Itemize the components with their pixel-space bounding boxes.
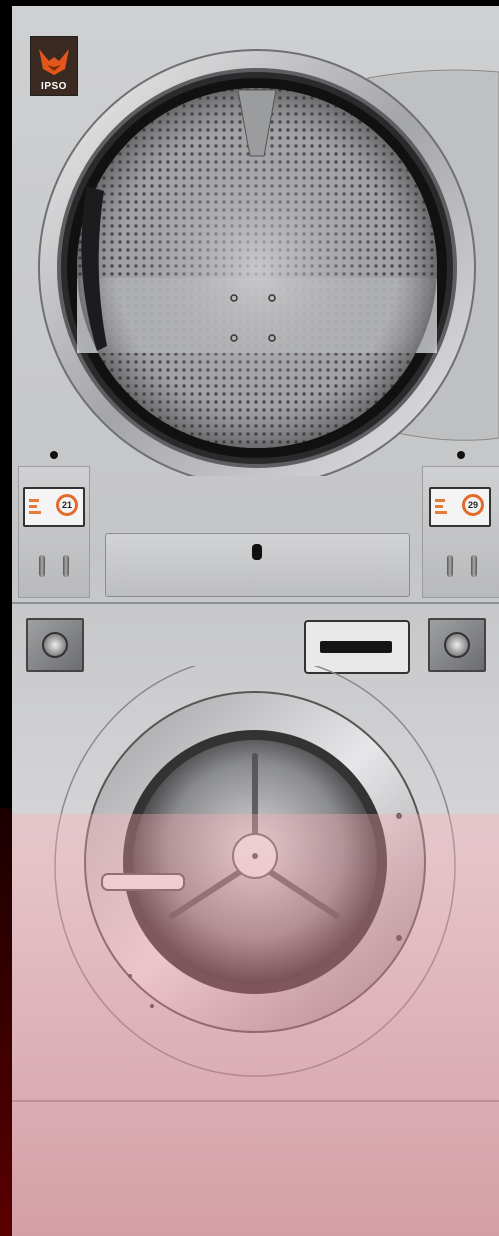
- right-toggle-switch-2[interactable]: [471, 555, 477, 577]
- right-control-panel: 29: [422, 451, 499, 598]
- drawer-handle[interactable]: [252, 544, 262, 560]
- card-slot: [320, 641, 392, 653]
- left-toggle-switch-2[interactable]: [63, 555, 69, 577]
- right-coin-slot[interactable]: [428, 618, 486, 672]
- left-coin-slot[interactable]: [26, 618, 84, 672]
- left-timer-readout: 21: [56, 494, 78, 516]
- left-control-panel: 21: [18, 451, 90, 598]
- stacked-washer-dryer: IPSO 21 29: [12, 6, 499, 1236]
- dryer-door[interactable]: [12, 6, 499, 476]
- indicator-light: [457, 451, 465, 459]
- menu-list: [435, 499, 449, 517]
- right-timer-readout: 29: [462, 494, 484, 516]
- coin-button-icon: [42, 632, 68, 658]
- right-toggle-switch-1[interactable]: [447, 555, 453, 577]
- lint-drawer[interactable]: [105, 533, 410, 597]
- left-display-screen[interactable]: 21: [23, 487, 85, 527]
- right-display-screen[interactable]: 29: [429, 487, 491, 527]
- coin-button-icon: [444, 632, 470, 658]
- washer-door[interactable]: [12, 666, 499, 1096]
- indicator-light: [50, 451, 58, 459]
- unit-divider: [12, 602, 499, 604]
- menu-list: [29, 499, 43, 517]
- left-toggle-switch-1[interactable]: [39, 555, 45, 577]
- edge-shadow: [0, 808, 12, 1236]
- base-divider: [12, 1100, 499, 1102]
